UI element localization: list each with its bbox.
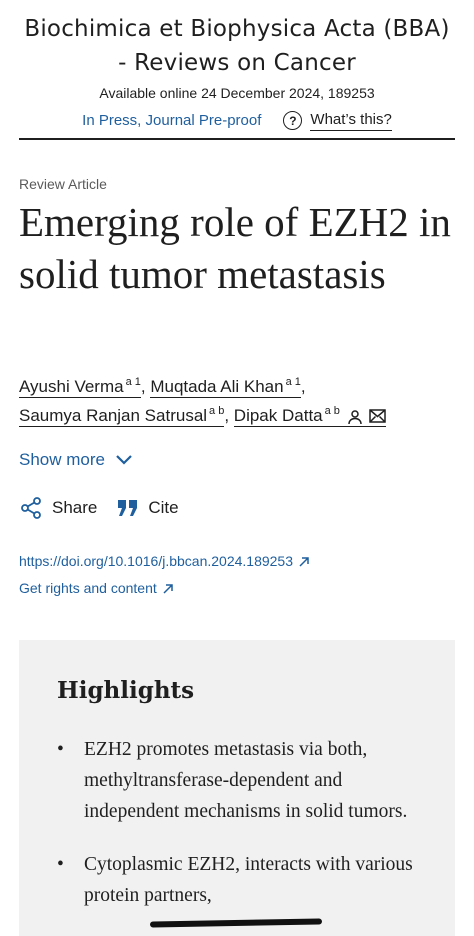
author-link[interactable]: Ayushi Verma a 1 — [19, 377, 141, 398]
author-link[interactable]: Dipak Datta a b — [233, 406, 386, 427]
article-page: Biochimica et Biophysica Acta (BBA) - Re… — [0, 0, 474, 936]
highlight-item: Cytoplasmic EZH2, interacts with various… — [57, 849, 427, 911]
highlights-title: Highlights — [57, 677, 195, 704]
share-icon — [21, 497, 41, 519]
doi-link[interactable]: https://doi.org/10.1016/j.bbcan.2024.189… — [19, 548, 309, 575]
highlights-list: EZH2 promotes metastasis via both, methy… — [57, 734, 427, 933]
question-icon: ? — [283, 111, 303, 130]
author-link[interactable]: Saumya Ranjan Satrusal a b — [19, 406, 225, 427]
author-link[interactable]: Muqtada Ali Khan a 1 — [150, 377, 301, 398]
quote-icon — [118, 500, 138, 516]
cite-button[interactable]: Cite — [117, 498, 179, 518]
rights-link[interactable]: Get rights and content — [19, 575, 309, 602]
journal-header: Biochimica et Biophysica Acta (BBA) - Re… — [0, 0, 474, 131]
journal-title[interactable]: Biochimica et Biophysica Acta (BBA) - Re… — [0, 12, 474, 80]
article-actions: Share Cite — [19, 496, 179, 520]
external-link-icon — [163, 583, 173, 594]
external-link-icon — [299, 556, 309, 567]
header-divider — [19, 138, 455, 140]
doi-text: https://doi.org/10.1016/j.bbcan.2024.189… — [19, 553, 293, 569]
cite-label: Cite — [148, 498, 179, 517]
share-label: Share — [52, 498, 98, 517]
whats-this-button[interactable]: ? What’s this? — [283, 110, 392, 131]
article-title: Emerging role of EZH2 in solid tumor met… — [19, 199, 451, 297]
in-press-status: In Press, Journal Pre-proof — [82, 111, 262, 129]
person-icon — [347, 409, 362, 424]
press-status-row: In Press, Journal Pre-proof ? What’s thi… — [0, 110, 474, 131]
rights-text: Get rights and content — [19, 580, 157, 596]
show-more-button[interactable]: Show more — [19, 450, 133, 470]
article-links: https://doi.org/10.1016/j.bbcan.2024.189… — [19, 548, 309, 602]
availability-date: Available online 24 December 2024, 18925… — [99, 85, 375, 101]
author-list: Ayushi Verma a 1, Muqtada Ali Khan a 1, Sa… — [19, 372, 459, 430]
chevron-down-icon — [116, 455, 132, 465]
whats-this-label: What’s this? — [310, 110, 392, 131]
article-type: Review Article — [19, 176, 107, 192]
highlights-section: Highlights EZH2 promotes metastasis via … — [19, 640, 455, 936]
highlight-item: EZH2 promotes metastasis via both, methy… — [57, 734, 427, 827]
share-button[interactable]: Share — [19, 496, 97, 520]
show-more-label: Show more — [19, 450, 105, 469]
email-icon — [368, 408, 386, 423]
